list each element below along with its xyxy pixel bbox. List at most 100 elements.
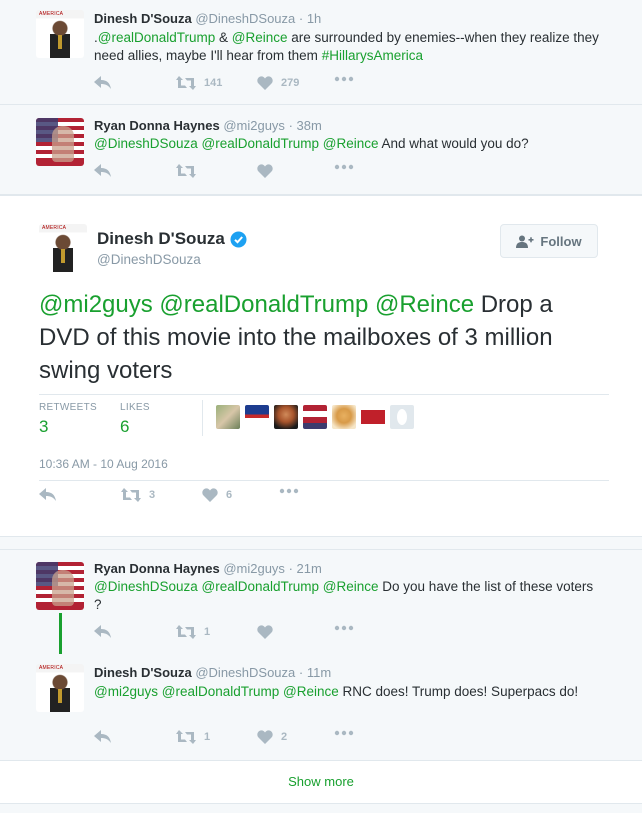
mention-link[interactable]: @Reince bbox=[283, 684, 339, 699]
reply-button[interactable] bbox=[94, 76, 112, 90]
mention-link[interactable]: @DineshDSouza bbox=[94, 579, 198, 594]
mention-link[interactable]: @realDonaldTrump bbox=[159, 291, 368, 318]
avatar[interactable] bbox=[390, 405, 414, 429]
heart-icon bbox=[257, 76, 273, 90]
more-button[interactable] bbox=[334, 625, 354, 631]
heart-icon bbox=[257, 730, 273, 744]
avatar[interactable] bbox=[361, 405, 385, 429]
tweet-timestamp[interactable]: 10:36 AM - 10 Aug 2016 bbox=[39, 457, 168, 471]
reply-button[interactable] bbox=[94, 625, 112, 639]
more-button[interactable] bbox=[279, 488, 299, 494]
divider bbox=[39, 394, 609, 395]
reply-button[interactable] bbox=[94, 730, 112, 744]
show-more-link[interactable]: Show more bbox=[0, 760, 642, 804]
avatar[interactable] bbox=[216, 405, 240, 429]
avatar[interactable] bbox=[303, 405, 327, 429]
more-icon bbox=[334, 625, 354, 631]
avatar[interactable] bbox=[36, 562, 84, 610]
likes-stat[interactable]: LIKES 6 bbox=[120, 402, 150, 437]
like-count: 279 bbox=[281, 77, 300, 89]
reply-button[interactable] bbox=[39, 488, 57, 502]
mention-link[interactable]: @Reince bbox=[323, 136, 379, 151]
author-name[interactable]: Ryan Donna Haynes bbox=[94, 561, 220, 576]
more-button[interactable] bbox=[334, 76, 354, 82]
tweet-time[interactable]: · 21m bbox=[289, 561, 322, 576]
divider bbox=[202, 400, 203, 436]
mention-link[interactable]: @realDonaldTrump bbox=[202, 136, 320, 151]
retweets-stat[interactable]: RETWEETS 3 bbox=[39, 402, 97, 437]
author-name[interactable]: Ryan Donna Haynes bbox=[94, 118, 220, 133]
like-button[interactable]: 6 bbox=[202, 488, 232, 502]
mention-link[interactable]: @Reince bbox=[232, 30, 288, 45]
divider bbox=[39, 480, 609, 481]
tweet-time[interactable]: · 1h bbox=[299, 11, 321, 26]
retweet-button[interactable] bbox=[176, 164, 196, 178]
retweet-button[interactable]: 3 bbox=[121, 488, 155, 502]
author-handle[interactable]: @mi2guys bbox=[223, 118, 285, 133]
retweet-button[interactable]: 1 bbox=[176, 625, 210, 639]
tweet-time[interactable]: · 11m bbox=[299, 665, 331, 680]
author-handle[interactable]: @DineshDSouza bbox=[195, 665, 295, 680]
liker-avatars bbox=[216, 405, 414, 429]
retweet-count: 141 bbox=[204, 77, 223, 89]
tweet-2[interactable]: Ryan Donna Haynes @mi2guys · 38m @Dinesh… bbox=[0, 105, 642, 195]
avatar[interactable]: AMERICA bbox=[36, 664, 84, 712]
retweet-button[interactable]: 1 bbox=[176, 730, 210, 744]
mention-link[interactable]: @mi2guys bbox=[94, 684, 158, 699]
mention-link[interactable]: @Reince bbox=[323, 579, 379, 594]
more-button[interactable] bbox=[334, 730, 354, 736]
mention-link[interactable]: @realDonaldTrump bbox=[162, 684, 280, 699]
mention-link[interactable]: @DineshDSouza bbox=[94, 136, 198, 151]
tweet-1[interactable]: AMERICA Dinesh D'Souza @DineshDSouza · 1… bbox=[0, 0, 642, 105]
like-button[interactable]: 2 bbox=[257, 730, 287, 744]
hashtag-link[interactable]: #HillarysAmerica bbox=[322, 48, 423, 63]
retweet-icon bbox=[176, 76, 196, 90]
author-handle[interactable]: @DineshDSouza bbox=[195, 11, 295, 26]
more-icon bbox=[334, 730, 354, 736]
avatar[interactable] bbox=[36, 118, 84, 166]
like-button[interactable] bbox=[257, 625, 273, 639]
avatar[interactable] bbox=[245, 405, 269, 429]
author-name[interactable]: Dinesh D'Souza bbox=[94, 11, 192, 26]
tweet-text: @mi2guys @realDonaldTrump @Reince Drop a… bbox=[39, 291, 553, 384]
verified-icon bbox=[230, 231, 247, 247]
mention-link[interactable]: @realDonaldTrump bbox=[98, 30, 216, 45]
author-handle[interactable]: @mi2guys bbox=[223, 561, 285, 576]
retweet-count: 1 bbox=[204, 626, 211, 638]
reply-icon bbox=[39, 488, 56, 501]
reply-tweet[interactable]: Ryan Donna Haynes @mi2guys · 21m @Dinesh… bbox=[0, 549, 642, 654]
like-button[interactable] bbox=[257, 164, 273, 178]
retweet-count: 1 bbox=[204, 731, 211, 743]
reply-button[interactable] bbox=[94, 164, 112, 178]
avatar[interactable] bbox=[332, 405, 356, 429]
retweet-icon bbox=[176, 625, 196, 639]
avatar[interactable] bbox=[274, 405, 298, 429]
retweet-button[interactable]: 141 bbox=[176, 76, 222, 90]
retweet-icon bbox=[176, 730, 196, 744]
more-button[interactable] bbox=[334, 164, 354, 170]
author-name[interactable]: Dinesh D'Souza bbox=[97, 229, 225, 249]
author-handle[interactable]: @DineshDSouza bbox=[97, 252, 201, 267]
follow-button[interactable]: Follow bbox=[500, 224, 598, 258]
tweet-text: .@realDonaldTrump & @Reince are surround… bbox=[94, 30, 599, 63]
retweet-icon bbox=[176, 164, 196, 178]
more-icon bbox=[334, 76, 354, 82]
reply-icon bbox=[94, 76, 111, 89]
reply-icon bbox=[94, 164, 111, 177]
reply-icon bbox=[94, 730, 111, 743]
mention-link[interactable]: @realDonaldTrump bbox=[202, 579, 320, 594]
avatar[interactable]: AMERICA bbox=[36, 10, 84, 58]
like-button[interactable]: 279 bbox=[257, 76, 299, 90]
tweet-text: @mi2guys @realDonaldTrump @Reince RNC do… bbox=[94, 684, 579, 699]
author-name[interactable]: Dinesh D'Souza bbox=[94, 665, 192, 680]
like-count: 2 bbox=[281, 731, 288, 743]
tweet-time[interactable]: · 38m bbox=[289, 118, 322, 133]
heart-icon bbox=[202, 488, 218, 502]
avatar[interactable]: AMERICA bbox=[39, 224, 87, 272]
mention-link[interactable]: @mi2guys bbox=[39, 291, 153, 318]
like-count: 6 bbox=[226, 489, 233, 501]
reply-tweet[interactable]: AMERICA Dinesh D'Souza @DineshDSouza · 1… bbox=[0, 654, 642, 760]
heart-icon bbox=[257, 164, 273, 178]
mention-link[interactable]: @Reince bbox=[375, 291, 474, 318]
retweet-icon bbox=[121, 488, 141, 502]
